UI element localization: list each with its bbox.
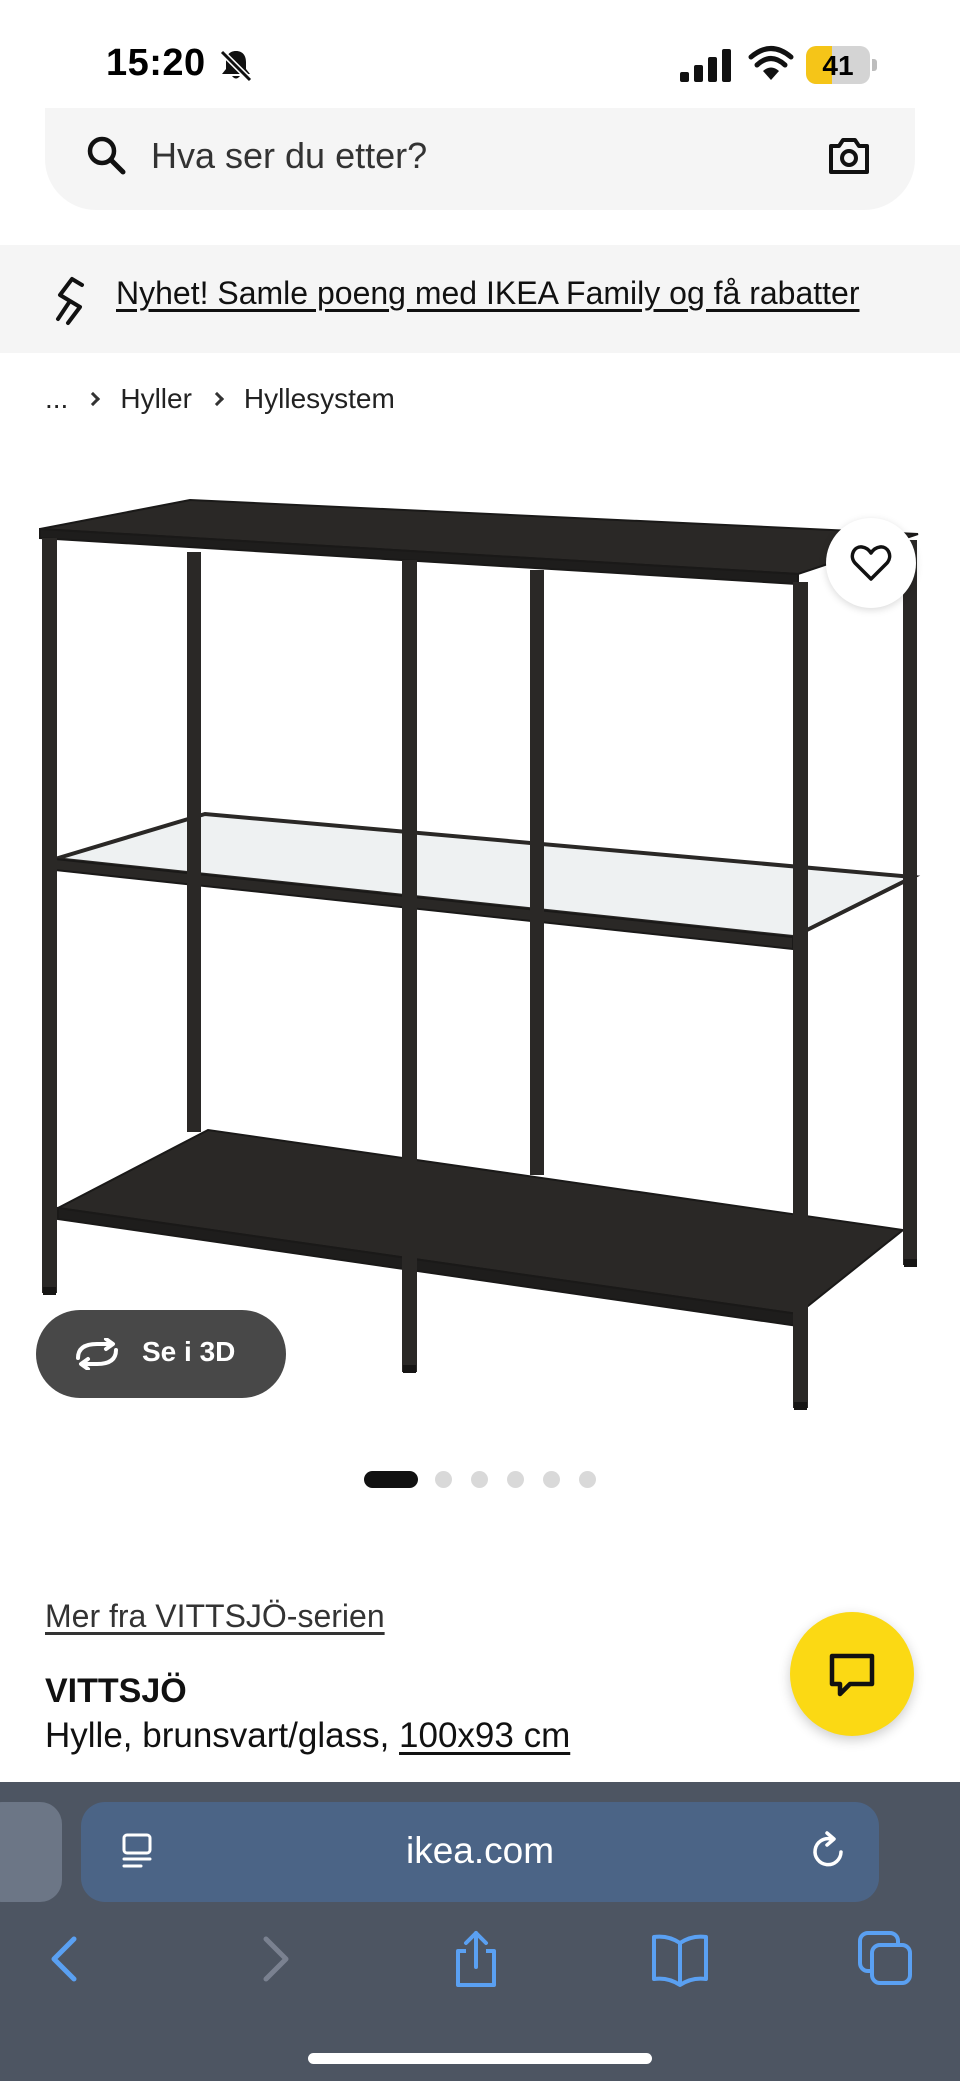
share-icon[interactable] bbox=[446, 1929, 506, 1989]
product-description-text: Hylle, brunsvart/glass, bbox=[45, 1716, 400, 1755]
carousel-dot[interactable] bbox=[579, 1470, 596, 1488]
address-bar[interactable]: ikea.com bbox=[81, 1802, 879, 1902]
product-shelf-illustration bbox=[39, 498, 921, 1410]
promo-banner[interactable]: Nyhet! Samle poeng med IKEA Family og få… bbox=[0, 245, 960, 353]
bell-slash-icon bbox=[219, 49, 253, 82]
cellular-signal-icon bbox=[680, 49, 731, 82]
search-input[interactable] bbox=[151, 132, 771, 180]
carousel-dot-active[interactable] bbox=[364, 1470, 418, 1488]
carousel-dot[interactable] bbox=[471, 1470, 488, 1488]
search-icon bbox=[87, 136, 126, 175]
carousel-dot[interactable] bbox=[435, 1470, 452, 1488]
carousel-dot[interactable] bbox=[543, 1470, 560, 1488]
tabs-icon[interactable] bbox=[856, 1929, 916, 1989]
favorite-button[interactable] bbox=[826, 518, 916, 608]
view-in-3d-button[interactable]: Se i 3D bbox=[36, 1310, 286, 1398]
promo-link[interactable]: Nyhet! Samle poeng med IKEA Family og få… bbox=[116, 275, 859, 312]
view-in-3d-label: Se i 3D bbox=[142, 1336, 236, 1367]
battery-level-text: 41 bbox=[822, 50, 854, 81]
chevron-right-icon bbox=[209, 391, 224, 407]
reload-icon[interactable] bbox=[809, 1830, 849, 1872]
bookmarks-icon[interactable] bbox=[650, 1929, 710, 1989]
browser-toolbar: ikea.com bbox=[0, 1782, 960, 2081]
product-name: VITTSJÖ bbox=[45, 1672, 187, 1710]
product-description: Hylle, brunsvart/glass, 100x93 cm bbox=[45, 1716, 570, 1756]
breadcrumb-item-hyllesystem[interactable]: Hyllesystem bbox=[244, 383, 395, 415]
rotate-3d-icon bbox=[76, 1338, 118, 1370]
breadcrumb-ellipsis[interactable]: ... bbox=[45, 383, 68, 415]
camera-icon[interactable] bbox=[827, 136, 871, 176]
address-url: ikea.com bbox=[405, 1830, 555, 1871]
search-bar[interactable] bbox=[45, 108, 915, 210]
chevron-right-icon bbox=[86, 391, 101, 407]
back-icon[interactable] bbox=[36, 1929, 96, 1989]
battery-icon: 41 bbox=[806, 46, 877, 84]
heart-icon bbox=[850, 545, 892, 581]
product-size-link[interactable]: 100x93 cm bbox=[399, 1716, 570, 1755]
product-image[interactable] bbox=[0, 462, 960, 1432]
chat-button[interactable] bbox=[790, 1612, 914, 1736]
breadcrumb-item-hyller[interactable]: Hyller bbox=[120, 383, 192, 415]
chat-icon bbox=[829, 1653, 875, 1697]
series-link[interactable]: Mer fra VITTSJÖ-serien bbox=[45, 1598, 385, 1635]
forward-icon[interactable] bbox=[244, 1929, 304, 1989]
ikea-family-icon bbox=[56, 277, 84, 325]
carousel-dot[interactable] bbox=[507, 1470, 524, 1488]
breadcrumb: ... Hyller Hyllesystem bbox=[45, 381, 395, 417]
status-time: 15:20 bbox=[106, 42, 206, 84]
carousel-pagination[interactable] bbox=[364, 1470, 615, 1488]
wifi-icon bbox=[748, 46, 794, 80]
home-indicator bbox=[308, 2053, 652, 2064]
previous-tab-peek[interactable] bbox=[0, 1802, 62, 1902]
